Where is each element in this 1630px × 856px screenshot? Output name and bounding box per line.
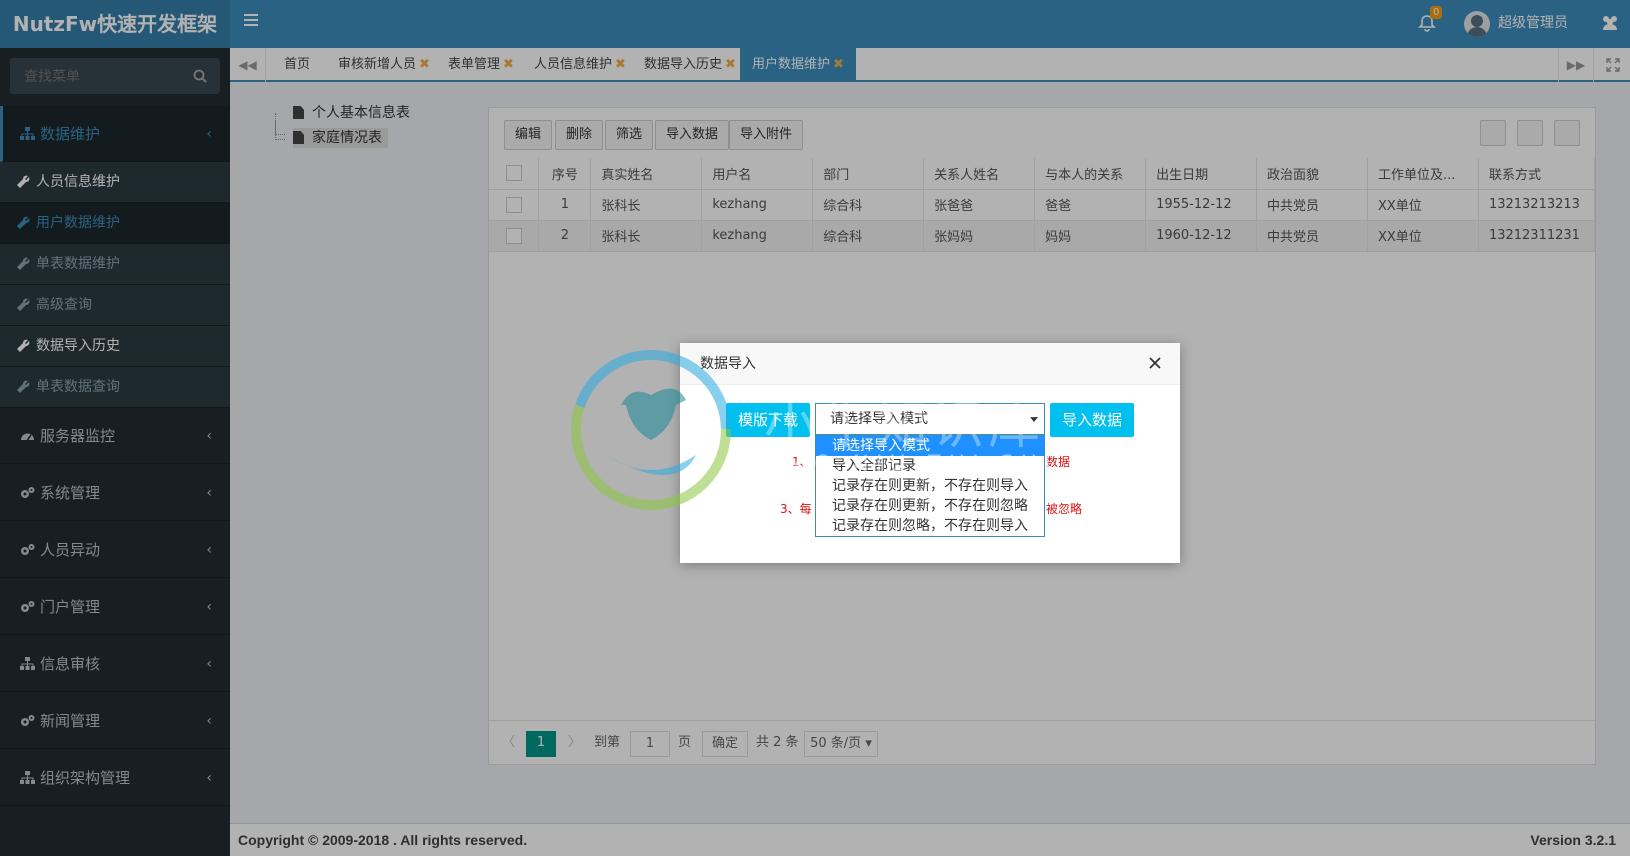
note-line-3-prefix: 3、每 [780, 502, 812, 516]
import-data-submit-button[interactable]: 导入数据 [1050, 403, 1135, 437]
watermark-logo [571, 350, 731, 510]
dropdown-option[interactable]: 记录存在则更新，不存在则导入 [816, 476, 1044, 496]
watermark-subtext: XIAO NIU ZHI SHI KU [757, 452, 1116, 477]
dropdown-option[interactable]: 记录存在则忽略，不存在则导入 [816, 516, 1044, 536]
note-line-3-suffix: 被忽略 [1046, 502, 1083, 516]
dropdown-option[interactable]: 记录存在则更新，不存在则忽略 [816, 496, 1044, 516]
close-icon[interactable] [1148, 356, 1162, 370]
watermark-text: 小牛知识库 [764, 396, 1045, 456]
dialog-header: 数据导入 [680, 343, 1180, 385]
